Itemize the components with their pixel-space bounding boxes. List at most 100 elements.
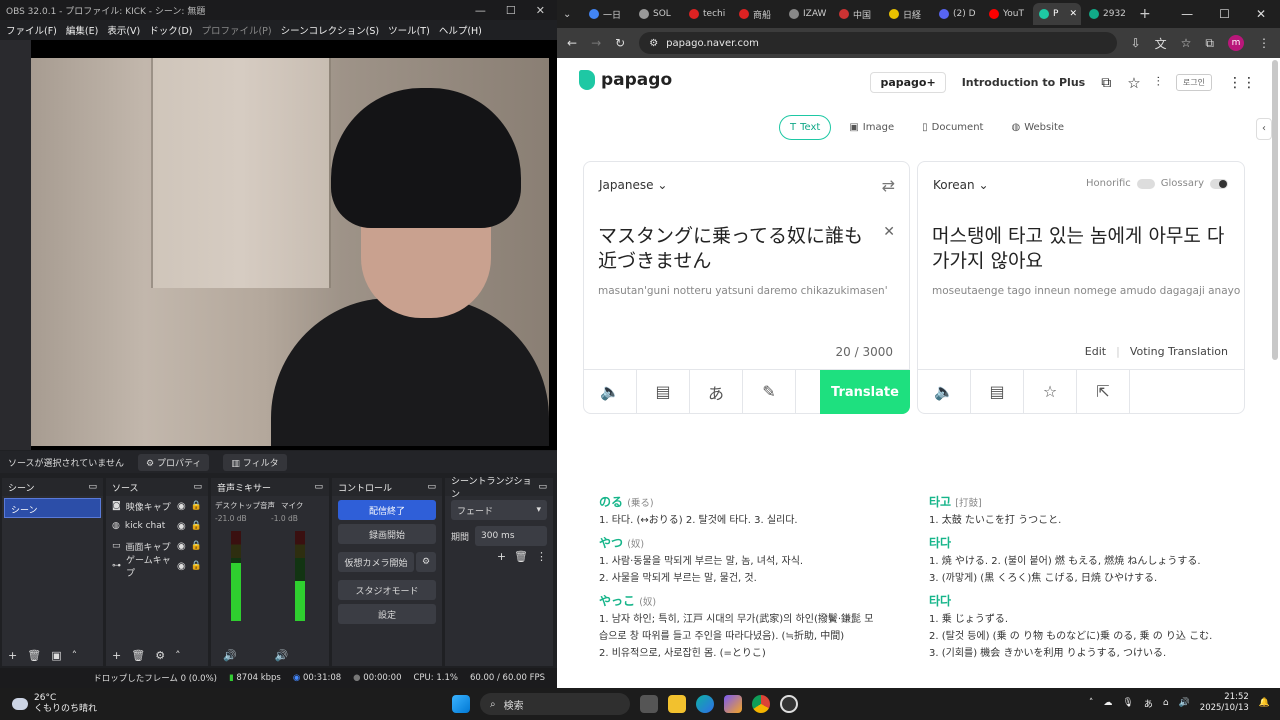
reload-icon[interactable]: ↻ bbox=[615, 36, 625, 50]
browser-tab[interactable]: 日経 bbox=[883, 3, 931, 25]
share-icon[interactable]: ⇱ bbox=[1077, 370, 1130, 413]
speaker-icon[interactable]: 🔈 bbox=[584, 370, 637, 413]
network-icon[interactable]: ⌂ bbox=[1163, 698, 1169, 708]
start-virtual-camera-button[interactable]: 仮想カメラ開始 bbox=[338, 552, 414, 572]
copy-icon[interactable]: ▤ bbox=[637, 370, 690, 413]
dock-menu-icon[interactable]: ▭ bbox=[88, 482, 97, 492]
lock-icon[interactable]: 🔒 bbox=[191, 521, 202, 531]
source-item[interactable]: ⊶ ゲームキャプ ◉ 🔒 bbox=[106, 556, 208, 579]
intro-plus-link[interactable]: Introduction to Plus bbox=[962, 76, 1086, 89]
dict-headword[interactable]: 타다 bbox=[929, 593, 1249, 611]
filter-icon[interactable]: ▣ bbox=[51, 649, 61, 662]
honorific-toggle[interactable] bbox=[1136, 178, 1155, 189]
edge-icon[interactable] bbox=[696, 695, 714, 713]
chevron-up-icon[interactable]: ˄ bbox=[175, 649, 181, 662]
profile-avatar[interactable]: m bbox=[1228, 35, 1244, 51]
tab-document[interactable]: ▯ Document bbox=[912, 115, 993, 140]
obs-preview[interactable] bbox=[0, 40, 557, 450]
star-icon[interactable]: ☆ bbox=[1024, 370, 1077, 413]
task-view-icon[interactable] bbox=[640, 695, 658, 713]
source-item[interactable]: ◙ 映像キャプ ◉ 🔒 bbox=[106, 496, 208, 516]
add-icon[interactable]: + bbox=[497, 550, 506, 563]
minimize-icon[interactable]: — bbox=[1181, 7, 1193, 21]
start-recording-button[interactable]: 録画開始 bbox=[338, 524, 436, 544]
menu-file[interactable]: ファイル(F) bbox=[6, 23, 57, 37]
settings-button[interactable]: 設定 bbox=[338, 604, 436, 624]
extensions-icon[interactable]: ⧉ bbox=[1205, 36, 1214, 51]
menu-help[interactable]: ヘルプ(H) bbox=[439, 23, 482, 37]
source-text-input[interactable]: マスタングに乗ってる奴に誰も近づきません bbox=[598, 224, 878, 274]
start-icon[interactable] bbox=[452, 695, 470, 713]
voting-translation-link[interactable]: Voting Translation bbox=[1130, 345, 1228, 358]
close-icon[interactable]: ✕ bbox=[536, 4, 545, 17]
tab-website[interactable]: ◍ Website bbox=[1001, 115, 1074, 140]
papago-logo[interactable]: papago bbox=[579, 70, 672, 90]
chrome-icon[interactable] bbox=[752, 695, 770, 713]
volume-icon[interactable]: 🔊 bbox=[1179, 698, 1190, 708]
menu-scene-collection[interactable]: シーンコレクション(S) bbox=[281, 23, 379, 37]
dock-menu-icon[interactable]: ▭ bbox=[538, 482, 547, 492]
dock-menu-icon[interactable]: ▭ bbox=[427, 482, 436, 492]
lock-icon[interactable]: 🔒 bbox=[191, 541, 202, 551]
lock-icon[interactable]: 🔒 bbox=[191, 561, 202, 571]
trash-icon[interactable]: 🗑 bbox=[514, 550, 528, 563]
trash-icon[interactable]: 🗑 bbox=[131, 649, 145, 662]
star-icon[interactable]: ☆ bbox=[1181, 36, 1192, 50]
browser-tab[interactable]: techi bbox=[683, 3, 731, 25]
address-bar[interactable]: ⚙ papago.naver.com bbox=[639, 32, 1117, 54]
dict-headword[interactable]: やつ (奴) bbox=[599, 535, 899, 553]
taskbar-search[interactable]: ⌕ 検索 bbox=[480, 693, 630, 715]
obs-icon[interactable] bbox=[780, 695, 798, 713]
install-icon[interactable]: ⇩ bbox=[1131, 36, 1141, 50]
menu-docks[interactable]: ドック(D) bbox=[149, 23, 192, 37]
menu-view[interactable]: 表示(V) bbox=[107, 23, 140, 37]
tab-close-icon[interactable]: ✕ bbox=[1069, 9, 1081, 19]
side-panel-toggle[interactable]: ‹ bbox=[1256, 118, 1272, 140]
clear-icon[interactable]: ✕ bbox=[883, 224, 895, 240]
tab-image[interactable]: ▣ Image bbox=[839, 115, 904, 140]
glossary-toggle[interactable] bbox=[1210, 178, 1228, 189]
source-lang-select[interactable]: Japanese ⌄ bbox=[599, 178, 667, 192]
site-info-icon[interactable]: ⚙ bbox=[649, 38, 658, 49]
browser-tab[interactable]: 一日 bbox=[583, 3, 631, 25]
scene-item[interactable]: シーン bbox=[4, 498, 101, 518]
speaker-icon[interactable]: 🔊 bbox=[223, 649, 237, 662]
gear-icon[interactable]: ⚙ bbox=[155, 649, 165, 662]
target-lang-select[interactable]: Korean ⌄ bbox=[933, 178, 989, 192]
dock-menu-icon[interactable]: ▭ bbox=[314, 482, 323, 492]
forward-icon[interactable]: → bbox=[591, 36, 601, 50]
clock[interactable]: 21:52 2025/10/13 bbox=[1200, 692, 1249, 714]
menu-profile[interactable]: プロファイル(P) bbox=[201, 23, 271, 37]
filters-button[interactable]: ▥ フィルタ bbox=[223, 453, 287, 471]
browser-tab[interactable]: P ✕ bbox=[1033, 3, 1081, 25]
dict-headword[interactable]: 타다 bbox=[929, 535, 1249, 553]
eye-icon[interactable]: ◉ bbox=[177, 541, 186, 552]
menu-edit[interactable]: 編集(E) bbox=[66, 23, 98, 37]
file-explorer-icon[interactable] bbox=[668, 695, 686, 713]
star-icon[interactable]: ☆ bbox=[1127, 74, 1140, 92]
more-icon[interactable]: ⋮ bbox=[1258, 36, 1270, 50]
source-item[interactable]: ◍ kick chat ◉ 🔒 bbox=[106, 516, 208, 536]
browser-tab[interactable]: SOL bbox=[633, 3, 681, 25]
weather-widget[interactable]: 26°C くもりのち晴れ bbox=[0, 693, 97, 715]
dict-headword[interactable]: のる (乗る) bbox=[599, 494, 899, 512]
eye-icon[interactable]: ◉ bbox=[177, 521, 186, 532]
more-icon[interactable]: ⋮ bbox=[536, 550, 547, 563]
translate-page-icon[interactable]: 文 bbox=[1155, 35, 1167, 52]
speaker-icon[interactable]: 🔊 bbox=[275, 649, 289, 662]
back-icon[interactable]: ← bbox=[567, 36, 577, 50]
lock-icon[interactable]: 🔒 bbox=[191, 501, 202, 511]
eye-icon[interactable]: ◉ bbox=[177, 501, 186, 512]
chevron-up-icon[interactable]: ˄ bbox=[72, 649, 78, 662]
transition-select[interactable]: フェード ▾ bbox=[451, 500, 547, 520]
tab-search-icon[interactable]: ⌄ bbox=[563, 9, 581, 20]
studio-mode-button[interactable]: スタジオモード bbox=[338, 580, 436, 600]
settings-sliders-icon[interactable]: ⫶ bbox=[1157, 75, 1160, 90]
edit-link[interactable]: Edit bbox=[1085, 345, 1106, 358]
dock-menu-icon[interactable]: ▭ bbox=[193, 482, 202, 492]
tab-text[interactable]: T Text bbox=[779, 115, 832, 140]
close-icon[interactable]: ✕ bbox=[1256, 7, 1266, 21]
browser-tab[interactable]: IZAW bbox=[783, 3, 831, 25]
scrollbar[interactable] bbox=[1272, 60, 1278, 360]
hiragana-icon[interactable]: あ bbox=[690, 370, 743, 413]
